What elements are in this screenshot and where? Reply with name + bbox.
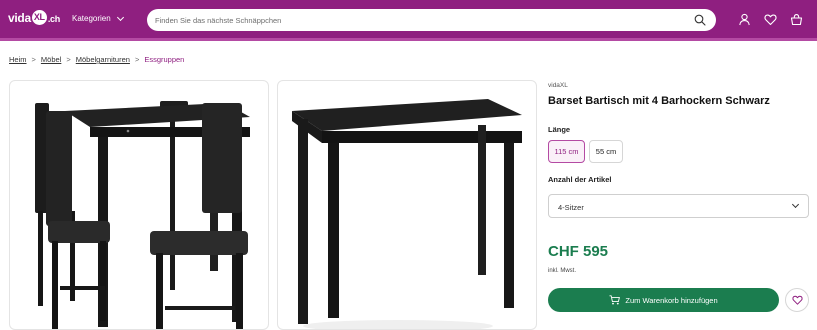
chevron-down-icon: [116, 13, 124, 21]
add-to-cart-label: Zum Warenkorb hinzufügen: [625, 295, 718, 305]
logo-tld: .ch: [47, 14, 60, 24]
chevron-down-icon: [791, 200, 800, 209]
add-to-wishlist-button[interactable]: [785, 288, 809, 312]
heart-icon: [791, 295, 803, 305]
bar-table-illustration: [292, 99, 522, 329]
quantity-select-value: 4-Sitzer: [558, 203, 584, 212]
heart-icon[interactable]: [764, 13, 777, 26]
top-header: vida XL .ch Kategorien: [0, 0, 817, 38]
quantity-label: Anzahl der Artikel: [548, 175, 612, 184]
product-title: Barset Bartisch mit 4 Barhockern Schwarz: [548, 95, 770, 107]
length-option-115cm[interactable]: 115 cm: [548, 140, 585, 163]
breadcrumb-furniture[interactable]: Möbel: [41, 55, 61, 64]
breadcrumb-home[interactable]: Heim: [9, 55, 27, 64]
search-bar: [147, 9, 716, 31]
length-label: Länge: [548, 125, 571, 134]
breadcrumb-separator: >: [66, 55, 71, 64]
add-to-cart-button[interactable]: Zum Warenkorb hinzufügen: [548, 288, 779, 312]
breadcrumb-current[interactable]: Essgruppen: [144, 55, 184, 64]
product-image-table[interactable]: [277, 80, 537, 330]
user-icon[interactable]: [738, 13, 751, 26]
product-price: CHF 595: [548, 243, 609, 260]
vat-note: inkl. Mwst.: [548, 268, 577, 274]
basket-icon[interactable]: [790, 13, 803, 26]
breadcrumb-separator: >: [31, 55, 36, 64]
header-decoration: [0, 38, 817, 41]
product-brand[interactable]: vidaXL: [548, 82, 568, 89]
logo-badge: XL: [31, 10, 47, 25]
breadcrumb: Heim > Möbel > Möbelgarnituren > Essgrup…: [9, 55, 184, 64]
vidaxl-logo[interactable]: vida XL .ch: [8, 10, 60, 25]
categories-label: Kategorien: [72, 14, 111, 23]
categories-menu[interactable]: Kategorien: [72, 13, 124, 23]
quantity-select[interactable]: 4-Sitzer: [548, 194, 809, 218]
cart-icon: [609, 295, 621, 305]
breadcrumb-separator: >: [134, 55, 140, 64]
search-input[interactable]: [155, 12, 675, 28]
search-icon[interactable]: [694, 14, 706, 26]
product-image-main[interactable]: [9, 80, 269, 330]
logo-text: vida: [8, 10, 31, 25]
breadcrumb-furniture-sets[interactable]: Möbelgarnituren: [76, 55, 130, 64]
bar-set-illustration: [35, 101, 250, 329]
length-option-55cm[interactable]: 55 cm: [589, 140, 623, 163]
